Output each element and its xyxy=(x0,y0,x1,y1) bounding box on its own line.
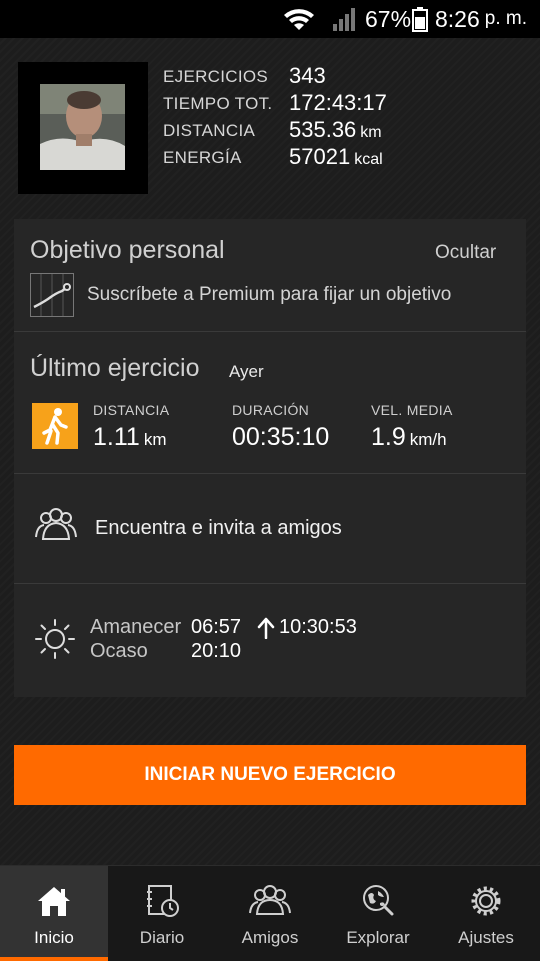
divider xyxy=(14,473,526,474)
dashboard-card: Objetivo personal Ocultar Suscríbete a P… xyxy=(14,219,526,697)
tab-explore[interactable]: Explorar xyxy=(324,866,432,961)
tab-friends[interactable]: Amigos xyxy=(216,866,324,961)
stat-label: ENERGÍA xyxy=(163,148,242,167)
stat-label: DISTANCIA xyxy=(163,121,256,140)
goal-chart-icon xyxy=(30,273,74,322)
explore-icon xyxy=(360,883,396,919)
arrow-up-icon xyxy=(257,617,275,644)
stat-number: 57021 xyxy=(289,144,351,169)
tab-label: Explorar xyxy=(346,928,410,947)
battery-percent: 67% xyxy=(365,5,412,32)
metric-unit: km/h xyxy=(409,430,447,449)
stat-total-time: TIEMPO TOT. 172:43:17 xyxy=(163,89,483,116)
metric-value-avg-speed: 1.9 km/h xyxy=(371,423,447,452)
stat-exercises: EJERCICIOS 343 xyxy=(163,62,483,89)
sunset-label: Ocaso xyxy=(90,640,148,662)
hide-goal-link[interactable]: Ocultar xyxy=(435,242,496,264)
metric-unit: km xyxy=(143,430,167,449)
tab-label: Amigos xyxy=(241,928,299,947)
stat-number: 172:43:17 xyxy=(289,90,387,115)
sunrise-time: 06:57 xyxy=(191,616,242,638)
settings-icon xyxy=(468,883,504,919)
goal-title: Objetivo personal xyxy=(30,236,225,264)
avatar-frame[interactable] xyxy=(18,62,148,194)
stat-energy: ENERGÍA 57021 kcal xyxy=(163,143,483,170)
walking-icon xyxy=(32,403,78,449)
stat-value: 535.36 km xyxy=(289,117,382,143)
diary-icon xyxy=(144,883,180,919)
stat-number: 343 xyxy=(289,63,326,88)
active-tab-indicator xyxy=(0,957,108,961)
divider xyxy=(14,331,526,332)
divider xyxy=(14,583,526,584)
tab-label: Inicio xyxy=(34,928,74,947)
profile-summary: EJERCICIOS 343 TIEMPO TOT. 172:43:17 DIS… xyxy=(18,62,540,197)
tab-label: Diario xyxy=(139,928,185,947)
sunset-time: 20:10 xyxy=(191,640,242,662)
tab-home[interactable]: Inicio xyxy=(0,866,108,961)
metric-label-distance: DISTANCIA xyxy=(93,402,170,418)
invite-friends-label: Encuentra e invita a amigos xyxy=(95,517,342,539)
signal-icon xyxy=(332,0,358,38)
last-workout-title: Último ejercicio xyxy=(30,354,200,382)
metric-label-avg-speed: VEL. MEDIA xyxy=(371,402,453,418)
bottom-tab-bar: Inicio Diario Amigos Explorar Ajustes xyxy=(0,865,540,961)
tab-settings[interactable]: Ajustes xyxy=(432,866,540,961)
tab-diary[interactable]: Diario xyxy=(108,866,216,961)
friends-icon xyxy=(248,883,292,919)
tab-label: Ajustes xyxy=(458,928,514,947)
home-icon xyxy=(36,883,72,919)
clock-ampm: p. m. xyxy=(484,8,527,29)
stat-unit: km xyxy=(360,124,382,141)
stat-value: 57021 kcal xyxy=(289,144,383,170)
stat-unit: kcal xyxy=(354,151,383,168)
battery-icon xyxy=(412,0,428,38)
clock-time: 8:26 xyxy=(435,5,480,32)
start-workout-button[interactable]: INICIAR NUEVO EJERCICIO xyxy=(14,745,526,805)
stat-value: 172:43:17 xyxy=(289,90,387,116)
metric-label-duration: DURACIÓN xyxy=(232,402,310,418)
stat-number: 535.36 xyxy=(289,117,357,142)
daylight-duration: 10:30:53 xyxy=(279,616,357,638)
stat-label: TIEMPO TOT. xyxy=(163,94,273,113)
clock: 8:26 p. m. xyxy=(435,0,527,38)
stat-label: EJERCICIOS xyxy=(163,67,269,86)
metric-number: 1.9 xyxy=(371,423,406,451)
metric-number: 00:35:10 xyxy=(232,423,330,451)
status-bar: 67% 8:26 p. m. xyxy=(0,0,540,38)
last-workout-date: Ayer xyxy=(229,362,264,381)
friends-icon xyxy=(34,507,78,548)
premium-goal-text[interactable]: Suscríbete a Premium para fijar un objet… xyxy=(87,284,451,306)
metric-value-duration: 00:35:10 xyxy=(232,423,329,452)
metric-number: 1.11 xyxy=(93,423,140,451)
avatar xyxy=(40,84,125,170)
stat-distance: DISTANCIA 535.36 km xyxy=(163,116,483,143)
sun-icon xyxy=(34,618,76,665)
sunrise-label: Amanecer xyxy=(90,616,182,638)
stat-value: 343 xyxy=(289,63,326,89)
metric-value-distance: 1.11 km xyxy=(93,423,166,452)
wifi-icon xyxy=(282,0,316,38)
